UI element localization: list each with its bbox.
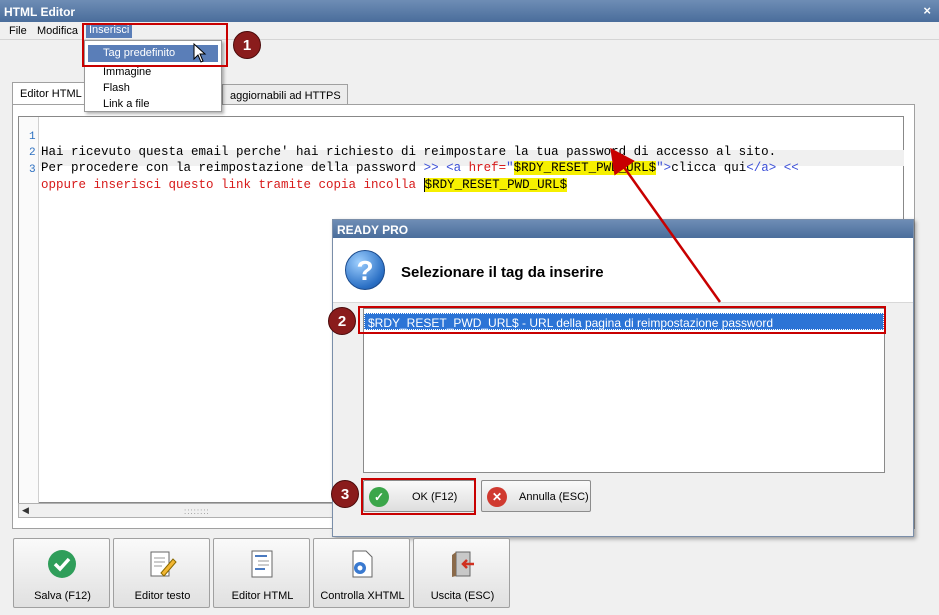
code-line-3: 3 oppure inserisci questo link tramite c… [19,150,568,192]
link-text: clicca qui [671,161,747,175]
edit-document-icon [150,551,177,577]
window-titlebar: HTML Editor × [0,0,939,22]
exit-door-icon [452,551,474,577]
text-editor-label: Editor testo [134,590,191,602]
scroll-grip-icon[interactable]: :::::::: [184,507,210,516]
save-button-label: Salva (F12) [34,590,91,602]
check-xhtml-button[interactable]: Controlla XHTML [313,538,410,608]
check-xhtml-label: Controlla XHTML [320,590,405,602]
menu-item-flash[interactable]: Flash [103,82,130,94]
menu-file[interactable]: File [9,25,27,37]
highlight-ok-box [361,478,476,515]
menu-item-link-file[interactable]: Link a file [103,98,149,110]
text-editor-button[interactable]: Editor testo [113,538,210,608]
tab-https[interactable]: aggiornabili ad HTTPS [222,84,348,105]
html-editor-label: Editor HTML [231,590,294,602]
html-quote: " [656,161,664,175]
code-symbol: << [776,161,799,175]
save-button[interactable]: Salva (F12) [13,538,110,608]
code-line-2: 2 Per procedere con la reimpostazione de… [19,133,799,175]
code-line-text: oppure inserisci questo link tramite cop… [41,178,568,192]
check-circle-icon [48,550,76,578]
menu-item-immagine[interactable]: Immagine [103,66,151,78]
step-badge-1: 1 [233,31,261,59]
code-line-text: Per procedere con la reimpostazione dell… [41,161,799,175]
horizontal-scrollbar[interactable]: ◀ :::::::: [18,503,338,518]
dialog-header: ? Selezionare il tag da inserire [333,238,913,303]
dialog-title: READY PRO [333,220,913,238]
html-tag-open: <a [438,161,469,175]
window-title: HTML Editor [4,5,76,19]
html-document-icon [251,550,273,578]
dialog-heading: Selezionare il tag da inserire [401,264,604,281]
cancel-icon: ✕ [487,487,507,507]
highlight-menu-box [82,23,228,67]
scroll-left-icon[interactable]: ◀ [22,505,29,516]
line-number: 3 [29,164,36,176]
code-text: Per procedere con la reimpostazione dell… [41,161,424,175]
close-icon[interactable]: × [923,3,931,18]
code-line-1: 1 Hai ricevuto questa email perche' hai … [19,117,776,159]
code-symbol: >> [423,161,439,175]
gear-document-icon [352,550,373,578]
step-badge-2: 2 [328,307,356,335]
exit-button[interactable]: Uscita (ESC) [413,538,510,608]
cancel-button[interactable]: ✕ Annulla (ESC) [481,480,591,512]
cancel-button-label: Annulla (ESC) [519,491,589,503]
tab-editor-html[interactable]: Editor HTML [12,82,90,105]
code-line-text: Hai ricevuto questa email perche' hai ri… [41,145,777,159]
code-text: oppure inserisci questo link tramite cop… [41,178,424,192]
highlight-list-box [358,306,886,334]
menu-modifica[interactable]: Modifica [37,25,78,37]
html-attr: href= [468,161,507,175]
exit-label: Uscita (ESC) [430,590,495,602]
html-editor-button[interactable]: Editor HTML [213,538,310,608]
html-quote: " [506,161,514,175]
tag-placeholder: $RDY_RESET_PWD_URL$ [513,161,657,175]
inserted-tag: $RDY_RESET_PWD_URL$ [423,178,568,192]
html-closing-tag: </a> [746,161,777,175]
question-icon: ? [345,250,385,290]
step-badge-3: 3 [331,480,359,508]
